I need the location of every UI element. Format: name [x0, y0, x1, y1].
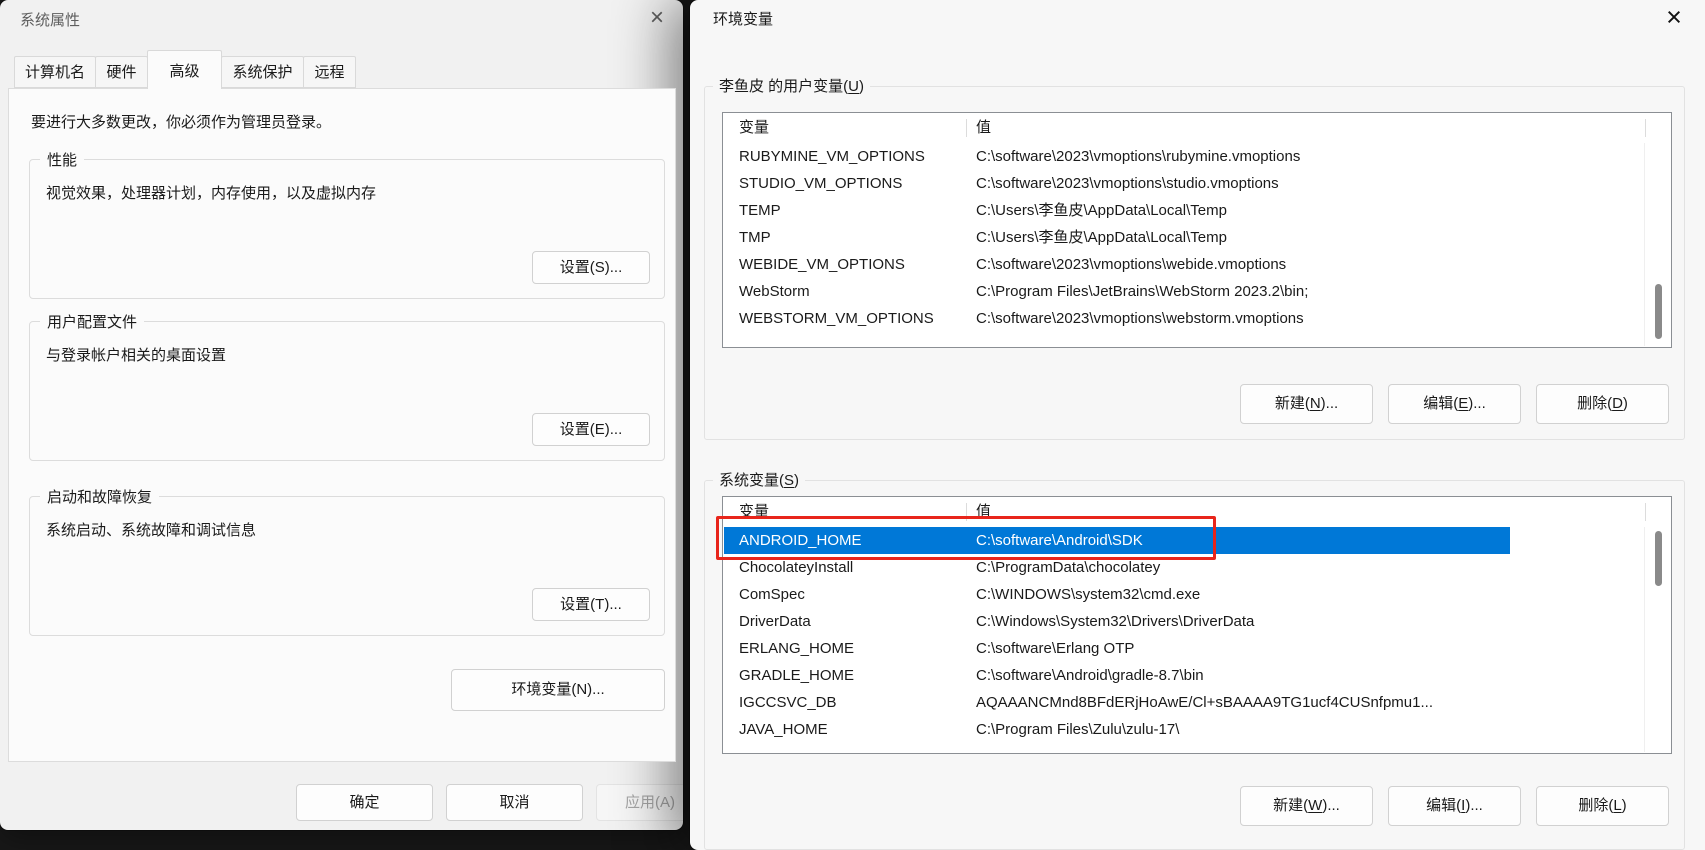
table-row[interactable]: ChocolateyInstall C:\ProgramData\chocolat… [723, 554, 1671, 581]
table-row[interactable]: RUBYMINE_VM_OPTIONS C:\software\2023\vmop… [723, 143, 1671, 170]
admin-note: 要进行大多数更改，你必须作为管理员登录。 [31, 114, 332, 131]
system-delete-button[interactable]: 删除(L) [1536, 786, 1669, 826]
performance-settings-button[interactable]: 设置(S)... [532, 251, 650, 284]
tab-advanced[interactable]: 高级 [147, 50, 222, 89]
table-row[interactable]: WEBSTORM_VM_OPTIONS C:\software\2023\vmop… [723, 305, 1671, 332]
user-profiles-group-desc: 与登录帐户相关的桌面设置 [46, 347, 227, 364]
performance-group: 性能 视觉效果，处理器计划，内存使用，以及虚拟内存 设置(S)... [29, 149, 665, 299]
dialog-title: 系统属性 [20, 12, 81, 29]
system-variables-table[interactable]: 变量 值 ANDROID_HOME C:\software\Android\SDK… [722, 496, 1672, 754]
column-header-value[interactable]: 值 [976, 113, 991, 143]
system-new-button[interactable]: 新建(W)... [1240, 786, 1373, 826]
dialog-title: 环境变量 [713, 11, 774, 28]
environment-variables-button[interactable]: 环境变量(N)... [451, 669, 665, 711]
startup-recovery-group: 启动和故障恢复 系统启动、系统故障和调试信息 设置(T)... [29, 486, 665, 636]
close-icon[interactable]: × [642, 4, 672, 32]
table-row[interactable]: IGCCSVC_DB AQAAANCMnd8BFdERjHoAwE/Cl+sBAA… [723, 689, 1671, 716]
close-icon[interactable]: × [1657, 2, 1691, 32]
tab-computer-name[interactable]: 计算机名 [14, 56, 96, 88]
column-header-value[interactable]: 值 [976, 497, 991, 527]
column-separator[interactable] [966, 503, 967, 521]
user-variables-table[interactable]: 变量 值 RUBYMINE_VM_OPTIONS C:\software\2023… [722, 112, 1672, 348]
column-header-variable[interactable]: 变量 [739, 113, 769, 143]
table-row[interactable]: JAVA_HOME C:\Program Files\Zulu\zulu-17\ [723, 716, 1671, 743]
startup-recovery-group-caption: 启动和故障恢复 [40, 486, 160, 507]
table-row[interactable]: ComSpec C:\WINDOWS\system32\cmd.exe [723, 581, 1671, 608]
table-header[interactable]: 变量 值 [723, 113, 1671, 143]
tab-system-protection[interactable]: 系统保护 [221, 56, 304, 88]
tab-hardware[interactable]: 硬件 [95, 56, 148, 88]
system-edit-button[interactable]: 编辑(I)... [1388, 786, 1521, 826]
table-header[interactable]: 变量 值 [723, 497, 1671, 527]
user-profiles-group-caption: 用户配置文件 [40, 311, 145, 332]
user-profiles-settings-button[interactable]: 设置(E)... [532, 413, 650, 446]
table-row[interactable]: DriverData C:\Windows\System32\Drivers\Dr… [723, 608, 1671, 635]
user-profiles-group: 用户配置文件 与登录帐户相关的桌面设置 设置(E)... [29, 311, 665, 461]
user-new-button[interactable]: 新建(N)... [1240, 384, 1373, 424]
startup-recovery-group-desc: 系统启动、系统故障和调试信息 [46, 522, 257, 539]
cancel-button[interactable]: 取消 [446, 784, 583, 821]
user-delete-button[interactable]: 删除(D) [1536, 384, 1669, 424]
environment-variables-dialog: 环境变量 × 李鱼皮 的用户变量(U) 变量 值 RUBYMINE_VM_OPT… [690, 0, 1705, 850]
user-variables-group-caption: 李鱼皮 的用户变量(U) [713, 75, 871, 96]
ok-button[interactable]: 确定 [296, 784, 433, 821]
performance-group-caption: 性能 [40, 149, 85, 170]
tab-remote[interactable]: 远程 [303, 56, 356, 88]
startup-recovery-settings-button[interactable]: 设置(T)... [532, 588, 650, 621]
vertical-scrollbar-thumb[interactable] [1655, 284, 1662, 339]
apply-button: 应用(A) [596, 784, 683, 821]
performance-group-desc: 视觉效果，处理器计划，内存使用，以及虚拟内存 [46, 185, 377, 202]
column-header-variable[interactable]: 变量 [739, 497, 769, 527]
table-row[interactable]: GRADLE_HOME C:\software\Android\gradle-8.… [723, 662, 1671, 689]
system-properties-dialog: 系统属性 × 计算机名 硬件 高级 系统保护 远程 要进行大多数更改，你必须作为… [0, 0, 683, 830]
table-row-selected[interactable]: ANDROID_HOME C:\software\Android\SDK [723, 527, 1671, 554]
system-variables-group-caption: 系统变量(S) [713, 469, 806, 490]
column-separator[interactable] [1645, 503, 1646, 521]
user-edit-button[interactable]: 编辑(E)... [1388, 384, 1521, 424]
table-row[interactable]: TMP C:\Users\李鱼皮\AppData\Local\Temp [723, 224, 1671, 251]
column-separator[interactable] [966, 119, 967, 137]
table-row[interactable]: WebStorm C:\Program Files\JetBrains\WebSt… [723, 278, 1671, 305]
advanced-tab-panel: 要进行大多数更改，你必须作为管理员登录。 性能 视觉效果，处理器计划，内存使用，… [8, 88, 676, 762]
table-row[interactable]: WEBIDE_VM_OPTIONS C:\software\2023\vmopti… [723, 251, 1671, 278]
table-row[interactable]: TEMP C:\Users\李鱼皮\AppData\Local\Temp [723, 197, 1671, 224]
table-row[interactable]: STUDIO_VM_OPTIONS C:\software\2023\vmopti… [723, 170, 1671, 197]
column-separator[interactable] [1645, 119, 1646, 137]
vertical-scrollbar-thumb[interactable] [1655, 531, 1662, 586]
table-row[interactable]: ERLANG_HOME C:\software\Erlang OTP [723, 635, 1671, 662]
